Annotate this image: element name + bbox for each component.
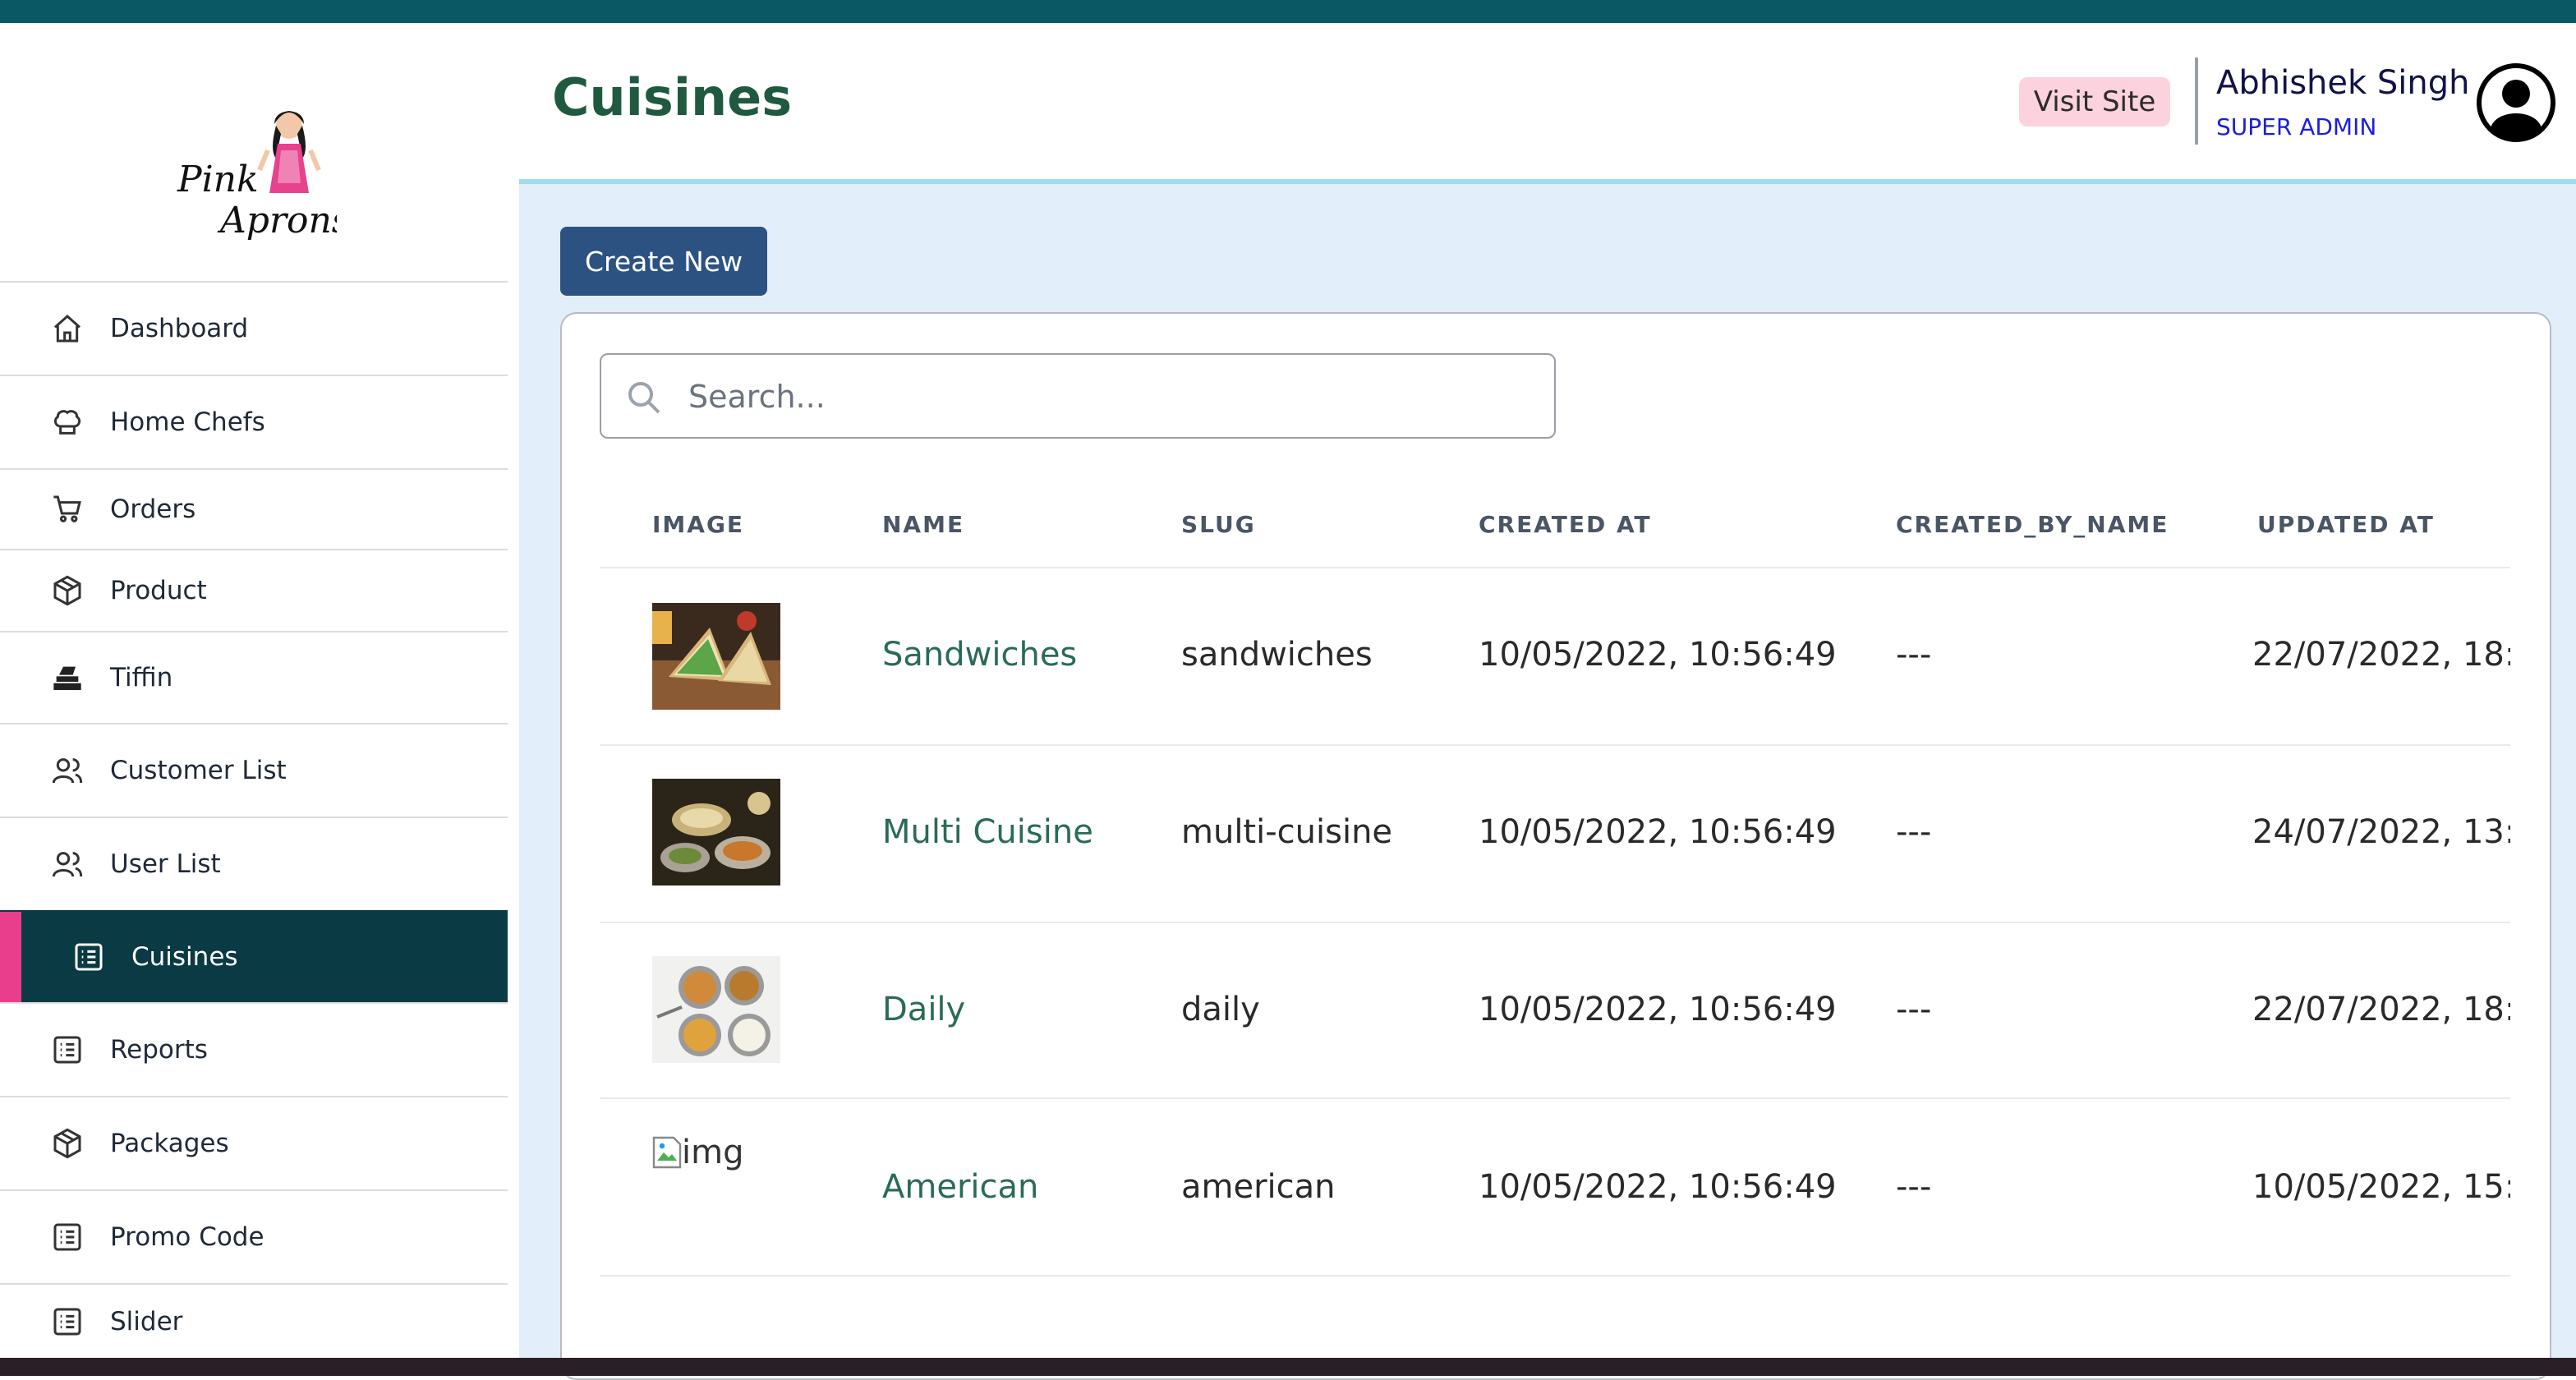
column-header-created-by-name[interactable]: CREATED_BY_NAME [1896,511,2169,538]
daily-meal-thumbnail[interactable] [652,956,780,1063]
updated-at: 22/07/2022, 18:1 [2252,991,2510,1028]
top-strip [0,0,2576,23]
search-input[interactable] [687,368,1536,426]
sandwich-thumbnail[interactable] [652,603,780,710]
created-by-name: --- [1896,813,1932,851]
sidebar-item-label: User List [110,849,221,879]
sidebar-item-cuisines[interactable]: Cuisines [0,910,508,1002]
sidebar-item-home-chefs[interactable]: Home Chefs [0,375,508,468]
cuisine-slug: sandwiches [1181,636,1373,674]
column-header-updated-at[interactable]: UPDATED AT [2257,511,2435,538]
broken-image-icon [652,1136,682,1169]
header-divider-vertical [2195,58,2198,145]
sidebar-item-reports[interactable]: Reports [0,1002,508,1096]
created-by-name: --- [1896,1168,1932,1206]
column-header-image[interactable]: IMAGE [652,511,744,538]
create-new-button[interactable]: Create New [560,227,767,296]
home-icon [49,310,85,347]
sidebar-item-packages[interactable]: Packages [0,1096,508,1189]
sidebar-item-label: Cuisines [131,942,238,972]
sidebar-item-product[interactable]: Product [0,549,508,631]
list-icon [49,1304,85,1340]
user-name: Abhishek Singh [2216,64,2470,102]
created-at: 10/05/2022, 10:56:49 [1479,1168,1837,1206]
sidebar-item-label: Product [110,576,207,605]
sidebar-item-promo-code[interactable]: Promo Code [0,1189,508,1283]
sidebar-item-customer-list[interactable]: Customer List [0,723,508,816]
updated-at: 24/07/2022, 13:4 [2252,813,2510,851]
cuisine-name-link[interactable]: Sandwiches [882,636,1077,674]
svg-text:Aprons: Aprons [217,200,337,242]
cart-icon [49,491,85,527]
sidebar-item-dashboard[interactable]: Dashboard [0,281,508,375]
sidebar-item-label: Reports [110,1035,208,1065]
cuisine-slug: daily [1181,991,1260,1028]
list-icon [49,1032,85,1068]
user-circle-icon [2477,63,2555,142]
updated-at: 10/05/2022, 15:5 [2252,1168,2510,1206]
sidebar-item-tiffin[interactable]: Tiffin [0,631,508,723]
visit-site-button[interactable]: Visit Site [2019,77,2170,126]
page-title: Cuisines [552,67,793,127]
cuisine-name-link[interactable]: American [882,1168,1038,1206]
sidebar-item-label: Promo Code [110,1222,264,1252]
row-divider [600,744,2510,746]
search-icon [624,378,664,417]
list-icon [71,939,107,975]
row-divider [600,1275,2510,1276]
sidebar-item-label: Slider [110,1306,183,1336]
tiffin-icon [49,660,85,696]
list-icon [49,1219,85,1255]
updated-at: 22/07/2022, 18:1 [2252,636,2510,674]
logo-image: Pink Aprons [177,111,350,242]
multi-cuisine-thumbnail[interactable] [652,779,780,886]
logo[interactable]: Pink Aprons [172,101,350,257]
column-header-slug[interactable]: SLUG [1181,511,1256,538]
cuisine-name-link[interactable]: Daily [882,991,965,1028]
column-header-name[interactable]: NAME [882,511,964,538]
created-by-name: --- [1896,636,1932,674]
header [519,23,2576,181]
sidebar-item-orders[interactable]: Orders [0,468,508,549]
image-alt-text: img [682,1134,744,1171]
box-icon [49,573,85,609]
user-role: SUPER ADMIN [2216,113,2377,140]
search-field[interactable] [600,353,1556,439]
created-at: 10/05/2022, 10:56:49 [1479,991,1837,1028]
avatar[interactable] [2476,62,2556,143]
sidebar-item-label: Tiffin [110,663,173,692]
chef-hat-icon [49,404,85,440]
row-divider [600,922,2510,923]
svg-text:Pink: Pink [177,159,259,200]
cuisine-name-link[interactable]: Multi Cuisine [882,813,1093,851]
active-indicator [0,912,21,1002]
row-divider [600,1097,2510,1099]
users-icon [49,846,85,882]
sidebar-item-label: Packages [110,1129,229,1158]
cuisine-slug: american [1181,1168,1336,1206]
created-at: 10/05/2022, 10:56:49 [1479,813,1837,851]
box-icon [49,1125,85,1162]
broken-image[interactable]: img [652,1134,743,1171]
sidebar-item-label: Orders [110,494,196,524]
cuisine-slug: multi-cuisine [1181,813,1393,851]
row-divider [600,567,2510,568]
users-icon [49,752,85,789]
column-header-created-at[interactable]: CREATED AT [1479,511,1652,538]
sidebar-item-label: Dashboard [110,314,249,343]
sidebar-item-label: Home Chefs [110,407,265,437]
taskbar [0,1358,2576,1376]
sidebar-item-slider[interactable]: Slider [0,1283,508,1358]
sidebar-item-user-list[interactable]: User List [0,816,508,910]
created-by-name: --- [1896,991,1932,1028]
sidebar-item-label: Customer List [110,756,287,785]
created-at: 10/05/2022, 10:56:49 [1479,636,1837,674]
